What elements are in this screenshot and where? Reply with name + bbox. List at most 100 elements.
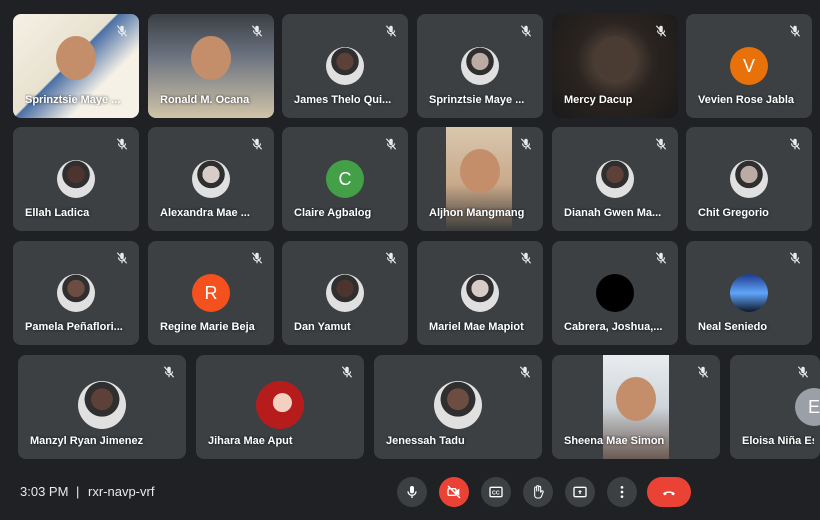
- participant-face: [191, 36, 231, 80]
- initial-avatar: V: [730, 47, 768, 85]
- muted-mic-icon: [655, 25, 667, 37]
- muted-mic-icon: [341, 366, 353, 378]
- participant-name: Dianah Gwen Ma...: [564, 207, 662, 219]
- participant-name: Pamela Peñaflori...: [25, 321, 123, 333]
- participant-tile[interactable]: Mariel Mae Mapiot: [417, 241, 543, 345]
- muted-mic-icon: [655, 252, 667, 264]
- profile-photo: [434, 381, 482, 429]
- participant-grid: Sprinztsie Maye ... Ronald M. Ocana James …: [0, 0, 820, 465]
- mic-icon: [407, 486, 417, 498]
- muted-mic-icon: [385, 25, 397, 37]
- participant-tile[interactable]: Sprinztsie Maye ...: [417, 14, 543, 118]
- participant-name: Jihara Mae Aput: [208, 435, 293, 447]
- end-call-icon: [663, 491, 675, 496]
- muted-mic-icon: [520, 138, 532, 150]
- hand-icon: [534, 485, 544, 499]
- muted-mic-icon: [163, 366, 175, 378]
- participant-tile[interactable]: Dan Yamut: [282, 241, 408, 345]
- participant-tile[interactable]: V Vevien Rose Jabla: [686, 14, 812, 118]
- participant-name: Ronald M. Ocana: [160, 94, 250, 106]
- participant-tile[interactable]: Manzyl Ryan Jimenez: [18, 355, 186, 459]
- captions-icon: CC: [489, 486, 503, 498]
- camera-off-icon: [447, 485, 461, 499]
- muted-mic-icon: [116, 138, 128, 150]
- participant-name: Jenessah Tadu: [386, 435, 465, 447]
- profile-photo: [461, 274, 499, 312]
- participant-tile[interactable]: E Eloisa Niña Esc: [730, 355, 820, 459]
- profile-photo: [57, 160, 95, 198]
- profile-photo: [192, 160, 230, 198]
- camera-button[interactable]: [439, 477, 469, 507]
- participant-name: Claire Agbalog: [294, 207, 372, 219]
- participant-tile[interactable]: R Regine Marie Beja: [148, 241, 274, 345]
- initial-avatar: C: [326, 160, 364, 198]
- participant-name: Neal Seniedo: [698, 321, 768, 333]
- muted-mic-icon: [789, 252, 801, 264]
- muted-mic-icon: [789, 138, 801, 150]
- muted-mic-icon: [116, 25, 128, 37]
- muted-mic-icon: [789, 25, 801, 37]
- muted-mic-icon: [797, 366, 809, 378]
- participant-tile[interactable]: Dianah Gwen Ma...: [552, 127, 678, 231]
- participant-tile[interactable]: Alexandra Mae ...: [148, 127, 274, 231]
- profile-photo: [596, 160, 634, 198]
- present-button[interactable]: [565, 477, 595, 507]
- participant-tile[interactable]: Ronald M. Ocana: [148, 14, 274, 118]
- participant-tile[interactable]: C Claire Agbalog: [282, 127, 408, 231]
- participant-tile[interactable]: Sprinztsie Maye ...: [13, 14, 139, 118]
- separator: |: [76, 484, 80, 499]
- participant-name: Regine Marie Beja: [160, 321, 255, 333]
- more-icon: [620, 486, 624, 498]
- participant-name: Eloisa Niña Esc: [742, 435, 814, 447]
- participant-face: [460, 149, 500, 193]
- participant-tile[interactable]: Pamela Peñaflori...: [13, 241, 139, 345]
- participant-tile[interactable]: Sheena Mae Simon: [552, 355, 720, 459]
- muted-mic-icon: [655, 138, 667, 150]
- profile-photo: [730, 274, 768, 312]
- profile-photo: [461, 47, 499, 85]
- muted-mic-icon: [697, 366, 709, 378]
- participant-name: Mercy Dacup: [564, 94, 633, 106]
- participant-tile[interactable]: Ellah Ladica: [13, 127, 139, 231]
- avatar-initial: C: [338, 168, 352, 189]
- muted-mic-icon: [251, 138, 263, 150]
- participant-name: Sprinztsie Maye ...: [25, 94, 121, 106]
- initial-avatar: E: [795, 388, 820, 426]
- participant-tile[interactable]: Jenessah Tadu: [374, 355, 542, 459]
- meeting-code: rxr-navp-vrf: [88, 484, 155, 499]
- participant-tile[interactable]: Neal Seniedo: [686, 241, 812, 345]
- participant-tile[interactable]: Aljhon Mangmang: [417, 127, 543, 231]
- microphone-button[interactable]: [397, 477, 427, 507]
- raise-hand-button[interactable]: [523, 477, 553, 507]
- profile-photo: [730, 160, 768, 198]
- profile-photo: [326, 47, 364, 85]
- muted-mic-icon: [251, 25, 263, 37]
- participant-tile[interactable]: Jihara Mae Aput: [196, 355, 364, 459]
- present-icon: [573, 486, 587, 498]
- participant-tile[interactable]: Chit Gregorio: [686, 127, 812, 231]
- participant-name: Vevien Rose Jabla: [698, 94, 794, 106]
- profile-photo: [57, 274, 95, 312]
- participant-name: Sheena Mae Simon: [564, 435, 665, 447]
- participant-name: Ellah Ladica: [25, 207, 90, 219]
- captions-button[interactable]: CC: [481, 477, 511, 507]
- initial-avatar: R: [192, 274, 230, 312]
- participant-tile[interactable]: James Thelo Qui...: [282, 14, 408, 118]
- muted-mic-icon: [519, 366, 531, 378]
- muted-mic-icon: [251, 252, 263, 264]
- bottom-bar: 3:03 PM | rxr-navp-vrf CC: [0, 465, 820, 520]
- profile-photo: [78, 381, 126, 429]
- participant-tile[interactable]: Mercy Dacup: [552, 14, 678, 118]
- muted-mic-icon: [520, 252, 532, 264]
- participant-tile[interactable]: Cabrera, Joshua,...: [552, 241, 678, 345]
- muted-mic-icon: [385, 252, 397, 264]
- profile-photo: [256, 381, 304, 429]
- profile-photo: [326, 274, 364, 312]
- leave-call-button[interactable]: [647, 477, 691, 507]
- avatar-initial: R: [204, 282, 218, 303]
- muted-mic-icon: [116, 252, 128, 264]
- participant-name: Dan Yamut: [294, 321, 351, 333]
- more-options-button[interactable]: [607, 477, 637, 507]
- muted-mic-icon: [520, 25, 532, 37]
- muted-mic-icon: [385, 138, 397, 150]
